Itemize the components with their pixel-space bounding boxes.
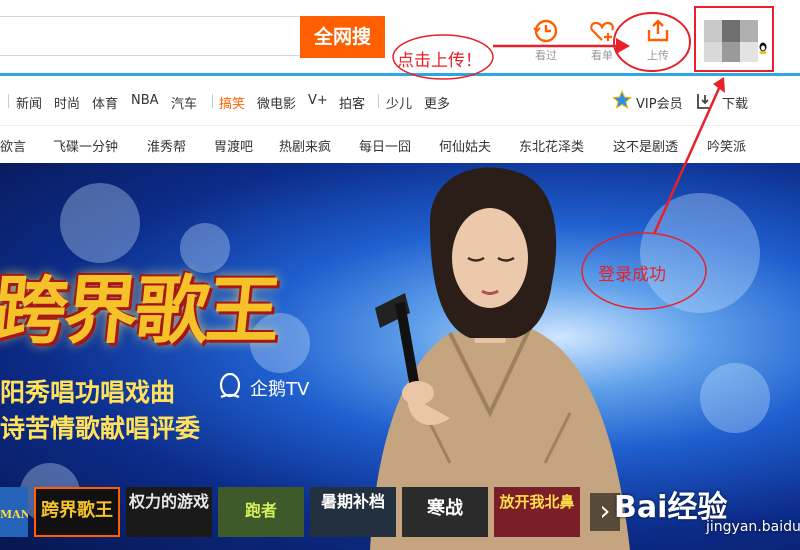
thumbnail-label: 权力的游戏 xyxy=(128,492,209,511)
thumbnail-label: 暑期补档 xyxy=(320,492,385,511)
tv-brand-label: 企鹅TV xyxy=(250,379,310,400)
nav-item-more[interactable]: 更多 xyxy=(424,93,450,112)
subnav-item[interactable]: 何仙姑夫 xyxy=(439,136,491,155)
nav-divider xyxy=(8,94,9,108)
thumbnail-label: 放开我北鼻 xyxy=(499,493,575,511)
search-input[interactable] xyxy=(0,16,300,56)
subnav-item[interactable]: 东北花泽类 xyxy=(519,136,584,155)
download-icon xyxy=(697,94,710,109)
thumbnail-label: 寒战 xyxy=(427,498,463,519)
login-status-box[interactable] xyxy=(694,6,774,72)
history-label: 看过 xyxy=(535,49,557,62)
subnav-item[interactable]: 欲言 xyxy=(0,136,26,155)
thumbnail-item[interactable]: 跑者 xyxy=(218,487,304,537)
thumbnail-label: 跑者 xyxy=(244,501,277,520)
subnav-item[interactable]: 每日一囧 xyxy=(359,136,411,155)
vip-link[interactable]: VIP会员 xyxy=(636,93,683,112)
sub-nav: 欲言 飞碟一分钟 淮秀帮 胃渡吧 热剧来疯 每日一囧 何仙姑夫 东北花泽类 这不… xyxy=(0,125,800,162)
upload-button[interactable]: 上传 xyxy=(638,18,678,68)
subnav-item[interactable]: 淮秀帮 xyxy=(147,136,186,155)
nav-item-news[interactable]: 新闻 xyxy=(16,93,42,112)
nav-item-auto[interactable]: 汽车 xyxy=(171,93,197,112)
nav-divider xyxy=(378,94,379,108)
nav-divider xyxy=(212,94,213,108)
upload-label: 上传 xyxy=(647,49,669,62)
thumbnail-item[interactable]: 放开我北鼻 xyxy=(494,487,580,537)
history-button[interactable]: 看过 xyxy=(526,18,566,68)
bokeh-light xyxy=(700,363,770,433)
thumbnail-item[interactable]: 权力的游戏 xyxy=(126,487,212,537)
download-link[interactable]: 下载 xyxy=(722,93,748,112)
thumbnail-item-active[interactable]: 跨界歌王 xyxy=(34,487,120,537)
bokeh-light xyxy=(640,193,760,313)
nav-item-microfilm[interactable]: 微电影 xyxy=(257,93,296,112)
chevron-right-icon: › xyxy=(599,494,611,527)
banner-tagline: 阳秀唱功唱戏曲 xyxy=(0,378,176,407)
baidu-url-text: jingyan.baidu.com xyxy=(706,519,800,535)
banner-tagline: 诗苦情歌献唱评委 xyxy=(0,414,201,443)
login-annotation-text: 登录成功 xyxy=(598,265,666,285)
subnav-item[interactable]: 这不是剧透 xyxy=(613,136,678,155)
thumbnail-item[interactable]: MAN xyxy=(0,487,28,537)
thumbnail-item[interactable]: 暑期补档 xyxy=(310,487,396,537)
nav-item-fashion[interactable]: 时尚 xyxy=(54,93,80,112)
nav-item-paike[interactable]: 拍客 xyxy=(339,93,365,112)
history-clock-icon xyxy=(533,19,558,43)
nav-item-funny[interactable]: 搞笑 xyxy=(219,93,245,112)
nav-item-nba[interactable]: NBA xyxy=(131,93,159,108)
watchlist-label: 看单 xyxy=(591,49,613,62)
nav-item-sports[interactable]: 体育 xyxy=(92,93,118,112)
main-nav: 新闻 时尚 体育 NBA 汽车 搞笑 微电影 V+ 拍客 少儿 更多 VIP会员… xyxy=(0,86,800,116)
baidu-watermark: Bai经验 jingyan.baidu.com xyxy=(610,482,800,544)
upload-icon xyxy=(647,19,669,42)
thumbnail-item[interactable]: 寒战 xyxy=(402,487,488,537)
upload-annotation-text: 点击上传！ xyxy=(397,51,482,71)
qq-penguin-icon xyxy=(759,42,767,54)
heart-plus-icon xyxy=(590,21,614,41)
search-button[interactable]: 全网搜 xyxy=(300,16,385,58)
show-logo-text: 跨界歌王 xyxy=(0,268,282,354)
subnav-item[interactable]: 胃渡吧 xyxy=(214,136,253,155)
watchlist-button[interactable]: 看单 xyxy=(582,18,622,68)
subnav-item[interactable]: 吟笑派 xyxy=(707,136,746,155)
vip-star-icon xyxy=(612,90,632,110)
penguin-tv-logo-icon xyxy=(219,373,241,399)
thumbnail-label: MAN xyxy=(0,508,28,521)
nav-item-vplus[interactable]: V+ xyxy=(308,93,328,108)
subnav-item[interactable]: 飞碟一分钟 xyxy=(53,136,118,155)
subnav-item[interactable]: 热剧来疯 xyxy=(279,136,331,155)
nav-item-kids[interactable]: 少儿 xyxy=(386,93,412,112)
avatar[interactable] xyxy=(704,20,760,62)
thumbnail-label: 跨界歌王 xyxy=(41,500,113,521)
header-divider-line xyxy=(0,73,800,76)
